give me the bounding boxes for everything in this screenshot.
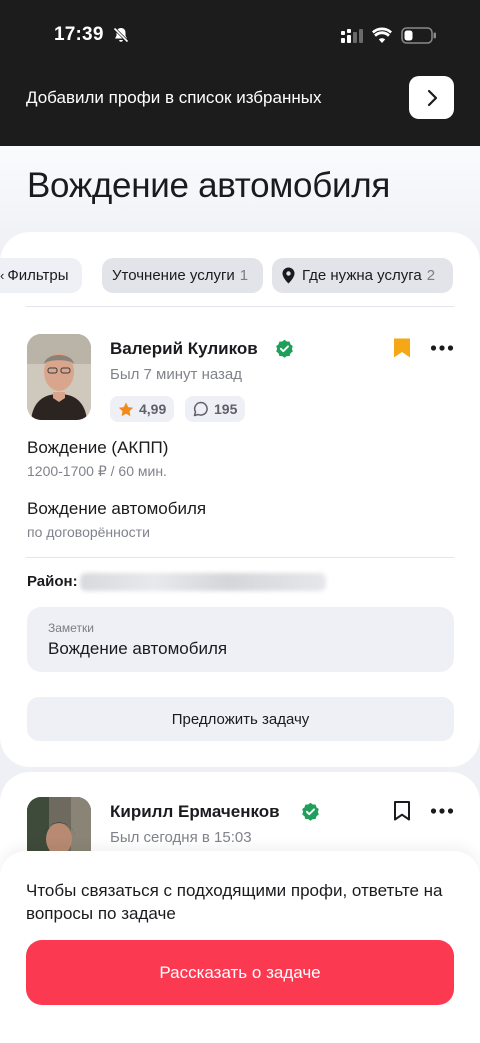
toast-message: Добавили профи в список избранных: [26, 88, 322, 107]
status-time: 17:39: [54, 24, 104, 45]
propose-task-button[interactable]: Предложить задачу: [27, 697, 454, 741]
avatar[interactable]: [27, 334, 91, 420]
region-label: Район:: [27, 573, 78, 590]
chevron-right-icon: [427, 89, 437, 106]
service-filter-chip[interactable]: Уточнение услуги 1: [102, 258, 263, 293]
sheet-message: Чтобы связаться с подходящими профи, отв…: [26, 881, 443, 923]
filters-chip-label: Фильтры: [7, 267, 69, 284]
divider: [26, 557, 454, 558]
rating-badge: 4,99: [110, 396, 175, 422]
more-options-icon[interactable]: [430, 344, 454, 352]
region-value-blurred: [80, 573, 326, 591]
status-bar: 17:39: [0, 0, 480, 70]
pro-name[interactable]: Кирилл Ермаченков: [110, 802, 280, 822]
filter-chips-row: ‹ Фильтры Уточнение услуги 1 Где нужна у…: [0, 258, 480, 294]
service-filter-count: 1: [239, 267, 249, 284]
service-price: 1200-1700 ₽ / 60 мин.: [27, 463, 167, 479]
reviews-count: 195: [214, 401, 238, 417]
toast-open-button[interactable]: [409, 76, 454, 119]
pro-last-seen: Был 7 минут назад: [110, 366, 242, 383]
page-title: Вождение автомобиля: [27, 166, 390, 205]
pro-card: ‹ Фильтры Уточнение услуги 1 Где нужна у…: [0, 232, 480, 767]
bookmark-outline-icon[interactable]: [392, 800, 412, 822]
notes-box[interactable]: Заметки Вождение автомобиля: [27, 607, 454, 672]
verified-badge-icon: [302, 802, 319, 821]
service-price: по договорённости: [27, 524, 150, 540]
star-icon: [118, 402, 134, 416]
describe-task-button[interactable]: Рассказать о задаче: [26, 940, 454, 1005]
comment-icon: [193, 401, 208, 417]
wifi-icon: [372, 27, 392, 43]
more-options-icon[interactable]: [430, 807, 454, 815]
rating-value: 4,99: [139, 401, 167, 417]
service-filter-label: Уточнение услуги: [112, 267, 235, 284]
cellular-signal-icon: [341, 29, 363, 43]
location-pin-icon: [282, 267, 295, 284]
pro-name[interactable]: Валерий Куликов: [110, 339, 258, 359]
bookmark-filled-icon[interactable]: [392, 337, 412, 359]
chevron-left-icon: ‹: [0, 268, 5, 283]
bell-muted-icon: [113, 27, 129, 43]
divider: [26, 306, 454, 307]
reviews-badge[interactable]: 195: [185, 396, 246, 422]
filters-chip[interactable]: ‹ Фильтры: [0, 258, 82, 293]
profile-photo: [27, 334, 91, 420]
location-filter-chip[interactable]: Где нужна услуга 2: [272, 258, 453, 293]
location-filter-count: 2: [426, 267, 436, 284]
battery-icon: [401, 27, 436, 44]
verified-badge-icon: [276, 339, 293, 358]
pro-last-seen: Был сегодня в 15:03: [110, 829, 252, 846]
service-title: Вождение (АКПП): [27, 438, 169, 457]
notes-label: Заметки: [48, 621, 94, 635]
notification-toast-bar: 17:39 Добавили профи в список избранных: [0, 0, 480, 146]
notes-text: Вождение автомобиля: [48, 639, 228, 658]
bottom-sheet: Чтобы связаться с подходящими профи, отв…: [0, 851, 480, 1043]
service-title: Вождение автомобиля: [27, 499, 207, 518]
location-filter-label: Где нужна услуга: [302, 267, 422, 284]
